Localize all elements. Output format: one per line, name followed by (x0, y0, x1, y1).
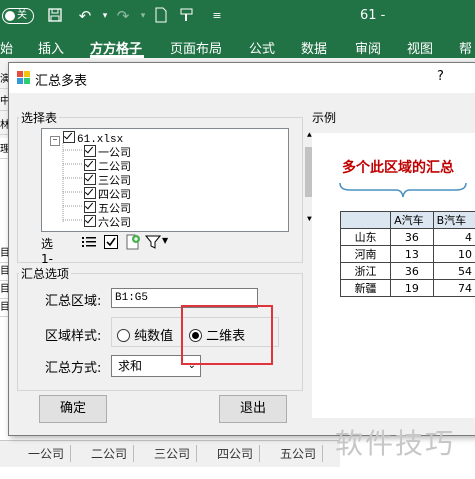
sheet-tab[interactable]: 四公司 (211, 445, 261, 462)
undo-dropdown-icon[interactable]: ▾ (96, 7, 114, 25)
tab-data[interactable]: 数据 (301, 38, 327, 57)
table-cell: 河南 (339, 245, 392, 263)
tab-insert[interactable]: 插入 (38, 38, 64, 57)
format-painter-icon[interactable] (178, 7, 196, 25)
highlight-box (181, 305, 273, 365)
list-icon[interactable] (81, 234, 97, 250)
tab-formulas[interactable]: 公式 (249, 38, 275, 57)
sheet-tab-bar: 一公司 二公司 三公司 四公司 五公司 (0, 440, 340, 467)
range-label: 汇总区域: (45, 294, 102, 309)
tree-item[interactable]: 四公司 (84, 187, 131, 202)
excel-title-bar: 关 ↶ ▾ ↷ ▾ ≡ 61 - (0, 0, 475, 32)
ribbon-tabs: 始 插入 方方格子 页面布局 公式 数据 审阅 视图 帮 (0, 32, 475, 58)
customize-toolbar-icon[interactable]: ≡ (208, 7, 226, 25)
table-cell: 36 (390, 228, 434, 246)
table-header-cell (339, 211, 392, 229)
redo-icon: ↷ (116, 7, 130, 25)
radio-plain-values[interactable]: 纯数值 (117, 325, 173, 344)
table-header-cell: B汽车 (432, 211, 475, 229)
undo-icon[interactable]: ↶ (76, 7, 94, 25)
select-sheets-group-label: 选择表 (19, 109, 60, 126)
table-cell: 4 (432, 228, 475, 246)
tab-page-layout[interactable]: 页面布局 (170, 38, 222, 57)
table-cell: 新疆 (339, 279, 392, 297)
collapse-icon[interactable]: − (50, 136, 60, 146)
sheet-tab[interactable]: 五公司 (274, 445, 324, 462)
document-title: 61 - (360, 8, 386, 23)
style-label: 区域样式: (45, 329, 102, 344)
table-cell: 74 (432, 279, 475, 297)
tab-view[interactable]: 视图 (407, 38, 433, 57)
exit-button[interactable]: 退出 (219, 395, 287, 423)
table-cell: 10 (432, 245, 475, 263)
tab-start[interactable]: 始 (0, 38, 13, 57)
help-button[interactable]: ? (437, 69, 444, 84)
tree-item[interactable]: 三公司 (84, 173, 131, 188)
radio-button[interactable] (117, 329, 130, 342)
tree-item[interactable]: 一公司 (84, 145, 131, 160)
filter-icon[interactable] (145, 234, 161, 250)
example-group-label: 示例 (312, 111, 337, 125)
example-preview: 多个此区域的汇总 A汽车 B汽车 山东 36 4 河南 13 10 浙江 36 (312, 133, 475, 418)
save-icon[interactable] (46, 7, 64, 25)
table-cell: 山东 (339, 228, 392, 246)
brace-icon (339, 182, 467, 198)
table-row: A汽车 B汽车 (339, 211, 475, 229)
checkbox-checked[interactable] (63, 131, 75, 143)
method-select-value: 求和 (118, 359, 143, 373)
method-label: 汇总方式: (45, 361, 102, 376)
summary-options-group-label: 汇总选项 (19, 265, 72, 282)
dialog-title-bar: 汇总多表 ? (9, 63, 475, 93)
preview-title: 多个此区域的汇总 (342, 160, 454, 176)
tree-item[interactable]: 五公司 (84, 201, 131, 216)
tab-help[interactable]: 帮 (459, 38, 472, 57)
autosave-toggle-label: 关 (17, 10, 27, 21)
table-cell: 36 (390, 262, 434, 280)
table-cell: 54 (432, 262, 475, 280)
tree-root[interactable]: −61.xlsx (50, 131, 123, 146)
filter-dropdown-icon[interactable]: ▼ (162, 236, 168, 245)
tree-connector-lines (62, 143, 82, 223)
add-sheet-icon[interactable] (125, 234, 141, 250)
table-cell: 19 (390, 279, 434, 297)
preview-table: A汽车 B汽车 山东 36 4 河南 13 10 浙江 36 54 新疆 19 (339, 211, 475, 297)
autosave-toggle[interactable]: 关 (2, 8, 34, 24)
table-cell: 浙江 (339, 262, 392, 280)
sheet-tree[interactable]: −61.xlsx 一公司 二公司 三公司 四公司 五公司 六公司 ▲ ▼ (41, 128, 318, 232)
watermark: 软件技巧 (335, 427, 456, 460)
table-cell: 13 (390, 245, 434, 263)
summarize-dialog: 汇总多表 ? 选择表 −61.xlsx 一公司 二公司 三公司 四公司 五公司 … (8, 62, 475, 436)
tree-item-label: 六公司 (98, 218, 131, 230)
app-icon (17, 71, 30, 84)
sheet-tab[interactable]: 一公司 (22, 445, 72, 462)
document-icon[interactable] (152, 7, 170, 25)
check-all-icon[interactable] (103, 234, 119, 250)
radio-plain-values-label: 纯数值 (134, 329, 174, 344)
tree-item[interactable]: 二公司 (84, 159, 131, 174)
table-row: 山东 36 4 (339, 228, 475, 246)
tab-review[interactable]: 审阅 (355, 38, 381, 57)
table-row: 新疆 19 74 (339, 279, 475, 297)
sheet-tab[interactable]: 三公司 (148, 445, 198, 462)
table-row: 浙江 36 54 (339, 262, 475, 280)
redo-dropdown-icon: ▾ (140, 11, 146, 21)
table-row: 河南 13 10 (339, 245, 475, 263)
table-header-cell: A汽车 (390, 211, 434, 229)
tree-item[interactable]: 六公司 (84, 215, 131, 230)
sheet-tab[interactable]: 二公司 (85, 445, 135, 462)
dialog-title: 汇总多表 (35, 74, 88, 89)
ok-button[interactable]: 确定 (39, 395, 107, 423)
